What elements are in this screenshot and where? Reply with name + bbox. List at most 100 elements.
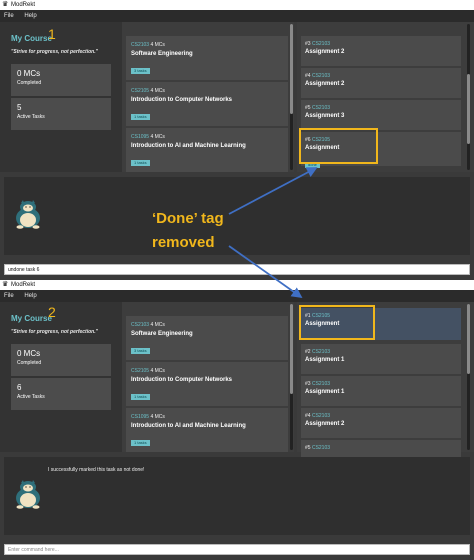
module-list[interactable]: CS2103 4 MCs Software Engineering 3 task… [122,302,294,452]
mcs-completed-card: 0 MCs Completed [11,344,111,376]
course-title: My Course [11,34,52,43]
task-scrollbar-thumb[interactable] [467,304,470,374]
module-code: CS2103 [131,42,150,48]
window-titlebar: ♛ ModRekt [0,0,474,10]
module-card[interactable]: CS2105 4 MCs Introduction to Computer Ne… [126,82,288,126]
active-tasks-value: 5 [17,103,22,112]
task-card[interactable]: #3 CS2103 Assignment 1 [301,376,461,406]
window-title: ModRekt [11,282,36,288]
course-sidebar: My Course "Strive for progress, not perf… [0,22,122,172]
window-title: ModRekt [11,2,36,8]
task-number: #5 [305,445,311,451]
annotation-line-2: removed [152,234,215,251]
task-scrollbar-thumb[interactable] [467,74,470,144]
task-module-code: CS2103 [311,349,331,355]
task-title: Assignment 2 [305,81,345,87]
module-mcs: 4 MCs [150,368,165,374]
task-scrollbar[interactable] [467,24,470,170]
module-scrollbar-thumb[interactable] [290,304,293,394]
task-module-code: CS2103 [311,381,331,387]
annotation-callout: ‘Done’ tag removed [152,207,242,255]
app-logo-icon: ♛ [2,1,9,8]
mcs-label: Completed [17,360,42,366]
snorlax-mascot-icon [16,480,40,509]
command-input[interactable] [4,264,470,275]
module-task-count-tag: 1 tasks [131,394,150,400]
menu-bar: File Help [0,10,474,22]
menu-bar: File Help [0,290,474,302]
active-tasks-label: Active Tasks [17,114,45,120]
module-task-count-tag: 1 tasks [131,160,150,166]
module-scrollbar[interactable] [290,24,293,170]
module-mcs: 4 MCs [150,88,165,94]
result-message: I successfully marked this task as not d… [48,467,145,473]
task-card[interactable]: #5 CS2103 Assignment 3 [301,100,461,130]
task-card[interactable]: #2 CS2103 Assignment 1 [301,344,461,374]
module-title: Introduction to Computer Networks [131,377,232,383]
module-mcs: 4 MCs [150,134,165,140]
task-scrollbar[interactable] [467,304,470,450]
task-title: Assignment 2 [305,421,345,427]
mcs-value: 0 MCs [17,69,41,78]
menu-help[interactable]: Help [24,290,36,302]
annotation-line-1: ‘Done’ tag [152,210,224,227]
active-tasks-card: 6 Active Tasks [11,378,111,410]
task-number: #4 [305,413,311,419]
window-titlebar: ♛ ModRekt [0,280,474,290]
active-tasks-card: 5 Active Tasks [11,98,111,130]
step-number: 2 [48,304,56,320]
step-number: 1 [48,26,56,42]
module-code: CS2103 [131,322,150,328]
module-code: CS1095 [131,414,150,420]
module-task-count-tag: 3 tasks [131,348,150,354]
mcs-label: Completed [17,80,42,86]
mcs-completed-card: 0 MCs Completed [11,64,111,96]
module-list[interactable]: CS2103 4 MCs Software Engineering 3 task… [122,22,294,172]
highlight-box [299,128,378,164]
module-title: Introduction to AI and Machine Learning [131,143,246,149]
module-mcs: 4 MCs [150,322,165,328]
task-card[interactable]: #4 CS2103 Assignment 2 [301,408,461,438]
module-card[interactable]: CS2103 4 MCs Software Engineering 3 task… [126,316,288,360]
task-module-code: CS2103 [311,445,331,451]
task-title: Assignment 1 [305,357,345,363]
menu-file[interactable]: File [4,10,14,22]
module-scrollbar[interactable] [290,304,293,450]
module-code: CS2105 [131,368,150,374]
task-module-code: CS2103 [311,413,331,419]
task-module-code: CS2103 [311,41,331,47]
menu-file[interactable]: File [4,290,14,302]
module-card[interactable]: CS1095 4 MCs Introduction to AI and Mach… [126,128,288,172]
snorlax-mascot-icon [16,200,40,229]
task-number: #3 [305,41,311,47]
task-title: Assignment 2 [305,49,345,55]
module-task-count-tag: 1 tasks [131,114,150,120]
module-card[interactable]: CS2103 4 MCs Software Engineering 3 task… [126,36,288,80]
module-scrollbar-thumb[interactable] [290,24,293,114]
course-title: My Course [11,314,52,323]
module-code: CS2105 [131,88,150,94]
module-code: CS1095 [131,134,150,140]
task-module-code: CS2103 [311,105,331,111]
active-tasks-value: 6 [17,383,22,392]
result-display: I successfully marked this task as not d… [4,457,470,535]
module-title: Software Engineering [131,51,193,57]
command-input[interactable] [4,544,470,555]
task-module-code: CS2103 [311,73,331,79]
menu-help[interactable]: Help [24,10,36,22]
module-mcs: 4 MCs [150,414,165,420]
app-logo-icon: ♛ [2,281,9,288]
task-number: #4 [305,73,311,79]
task-card[interactable]: #4 CS2103 Assignment 2 [301,68,461,98]
module-mcs: 4 MCs [150,42,165,48]
module-title: Introduction to Computer Networks [131,97,232,103]
course-motto: "Strive for progress, not perfection." [11,49,98,55]
module-card[interactable]: CS1095 4 MCs Introduction to AI and Mach… [126,408,288,452]
module-card[interactable]: CS2105 4 MCs Introduction to Computer Ne… [126,362,288,406]
task-number: #3 [305,381,311,387]
task-card[interactable]: #3 CS2103 Assignment 2 [301,36,461,66]
active-tasks-label: Active Tasks [17,394,45,400]
module-title: Introduction to AI and Machine Learning [131,423,246,429]
task-number: #5 [305,105,311,111]
task-number: #2 [305,349,311,355]
